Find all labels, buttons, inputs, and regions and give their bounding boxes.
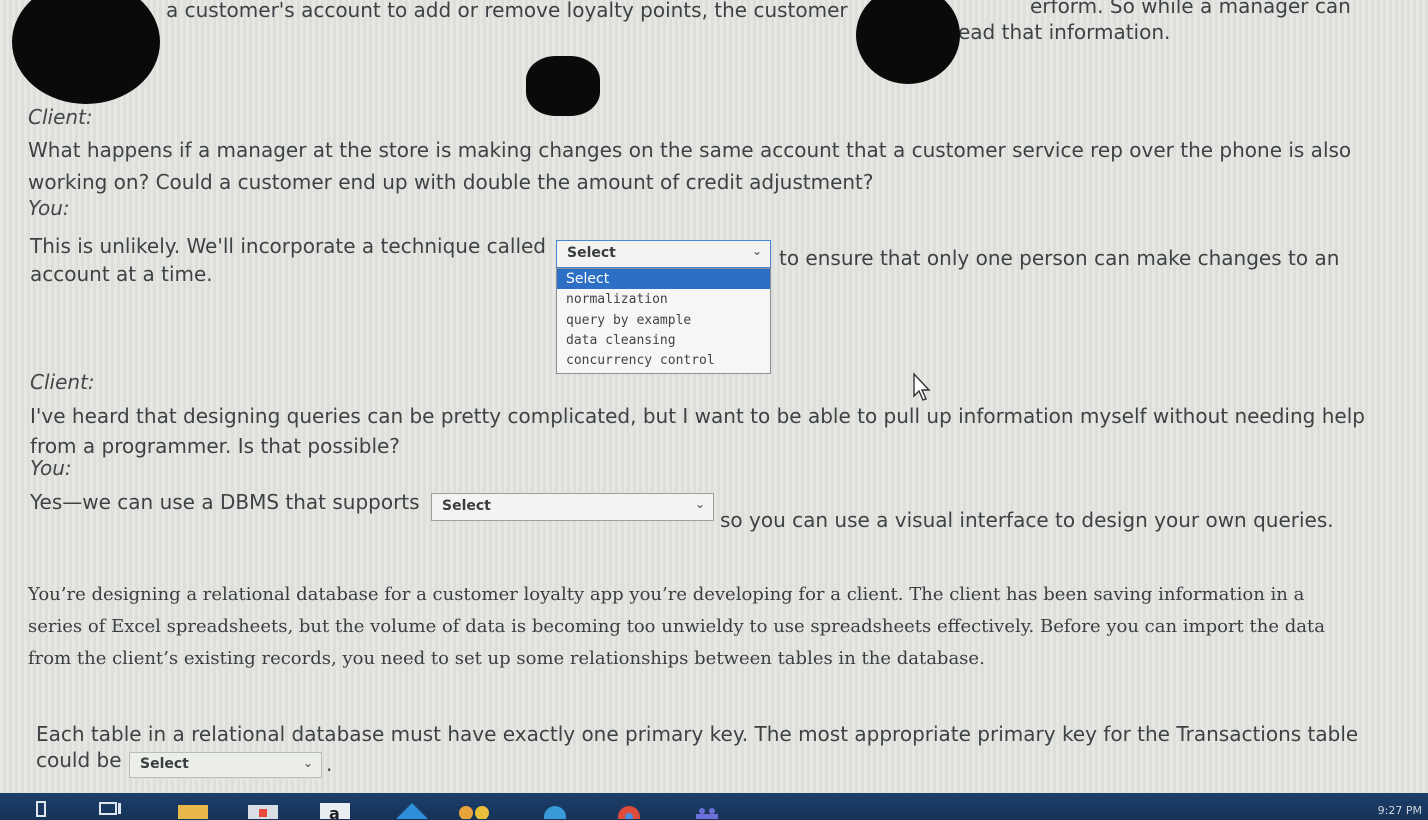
- question3-line2: could be: [36, 748, 122, 772]
- you-label: You:: [30, 456, 72, 480]
- technique-dropdown-list: Select normalization query by example da…: [556, 268, 771, 374]
- scenario-line3: from the client’s existing records, you …: [28, 648, 985, 669]
- store-icon[interactable]: [246, 799, 280, 819]
- intro-text-line2: ead that information.: [958, 20, 1171, 44]
- amazon-icon[interactable]: a: [318, 799, 352, 819]
- primary-key-select[interactable]: Select ⌄: [129, 752, 322, 778]
- svg-text:a: a: [329, 804, 340, 819]
- question3-line1: Each table in a relational database must…: [36, 722, 1359, 746]
- dbms-feature-select[interactable]: Select ⌄: [431, 493, 714, 521]
- chrome-icon[interactable]: [612, 799, 646, 819]
- dropdown-option[interactable]: query by example: [557, 311, 770, 331]
- taskbar-clock[interactable]: 9:27 PM: [1378, 804, 1422, 817]
- select-value: Select: [442, 498, 491, 514]
- select-value: Select: [567, 245, 616, 261]
- chevron-down-icon: ⌄: [302, 756, 313, 770]
- task-view-icon[interactable]: [98, 799, 122, 819]
- teams-icon[interactable]: [692, 799, 722, 819]
- intro-text-line1: a customer's account to add or remove lo…: [166, 0, 848, 22]
- redaction-mark: [526, 56, 600, 116]
- question3-period: .: [326, 752, 333, 776]
- dropdown-option[interactable]: concurrency control: [557, 351, 770, 371]
- scenario-line1: You’re designing a relational database f…: [28, 584, 1305, 605]
- answer-text-after: so you can use a visual interface to des…: [720, 508, 1334, 532]
- technique-select[interactable]: Select ⌄: [556, 240, 771, 268]
- file-explorer-icon[interactable]: [176, 799, 210, 819]
- dropdown-option[interactable]: Select: [557, 269, 770, 289]
- client-question-line1: What happens if a manager at the store i…: [28, 138, 1352, 162]
- redaction-mark: [856, 0, 960, 84]
- intro-text-line1-right: erform. So while a manager can: [1030, 0, 1351, 18]
- client-label: Client:: [28, 105, 93, 129]
- edge-icon[interactable]: [538, 799, 572, 819]
- client-label: Client:: [30, 370, 95, 394]
- dropdown-option[interactable]: data cleansing: [557, 331, 770, 351]
- answer-text-after: to ensure that only one person can make …: [779, 246, 1340, 270]
- quiz-page: a customer's account to add or remove lo…: [0, 0, 1428, 820]
- chevron-down-icon: ⌄: [751, 244, 762, 258]
- dropdown-option[interactable]: normalization: [557, 290, 770, 310]
- client-question-line2: working on? Could a customer end up with…: [28, 170, 874, 194]
- mouse-cursor-icon: [913, 372, 931, 401]
- answer-text-line2: account at a time.: [30, 262, 213, 286]
- search-icon[interactable]: [34, 799, 52, 819]
- people-icon[interactable]: [454, 799, 494, 819]
- client-question-line2: from a programmer. Is that possible?: [30, 434, 400, 458]
- redaction-mark: [12, 0, 160, 104]
- chevron-down-icon: ⌄: [694, 497, 705, 511]
- select-value: Select: [140, 756, 189, 772]
- you-label: You:: [28, 196, 70, 220]
- taskbar: a 9:27 PM: [0, 793, 1428, 820]
- client-question-line1: I've heard that designing queries can be…: [30, 404, 1365, 428]
- answer-text-before: Yes—we can use a DBMS that supports: [30, 490, 420, 514]
- mail-icon[interactable]: [392, 799, 432, 819]
- answer-text-before: This is unlikely. We'll incorporate a te…: [30, 234, 546, 258]
- scenario-line2: series of Excel spreadsheets, but the vo…: [28, 616, 1325, 637]
